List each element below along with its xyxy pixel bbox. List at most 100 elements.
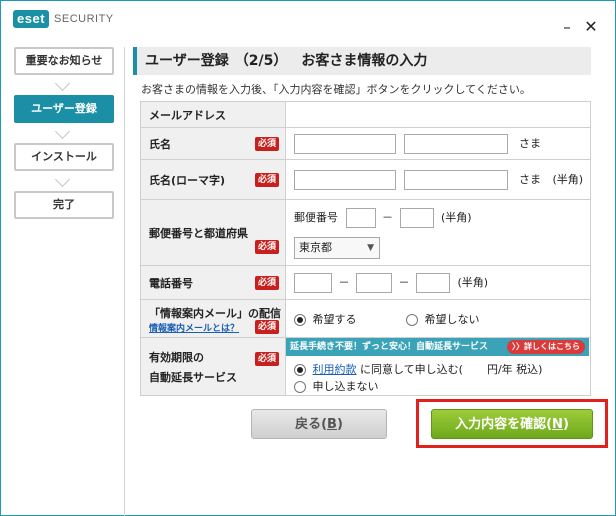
- registration-form: メールアドレス 氏名 必須 さま 氏名(ローマ字) 必須 さま (半角) 郵便番…: [140, 101, 591, 396]
- form-row-name: 氏名 必須 さま: [140, 127, 591, 160]
- required-badge: 必須: [254, 320, 279, 334]
- auto-renew-banner: 延長手続き不要！ずっと安心！自動延長サービス 〉〉詳しくはこちら: [286, 338, 589, 356]
- last-name-roman-input[interactable]: [294, 169, 396, 190]
- postal-code-second-input[interactable]: [399, 208, 434, 228]
- required-badge: 必須: [254, 352, 279, 366]
- newsletter-label: 「情報案内メール」の配信 情報案内メールとは？ 必須: [140, 299, 286, 338]
- newsletter-label-text: 「情報案内メール」の配信: [149, 307, 281, 320]
- last-name-input[interactable]: [294, 133, 396, 154]
- name-suffix: さま: [519, 136, 541, 150]
- close-icon[interactable]: ✕: [583, 19, 599, 35]
- phone-label: 電話番号 必須: [140, 265, 286, 300]
- first-name-input[interactable]: [403, 133, 508, 154]
- step-progress: 重要なお知らせ ユーザー登録 インストール 完了: [14, 47, 114, 219]
- logo-text: SECURITY: [54, 13, 114, 25]
- confirm-button-paren: ): [562, 417, 569, 432]
- form-row-newsletter: 「情報案内メール」の配信 情報案内メールとは？ 必須 希望する 希望しない: [140, 299, 591, 338]
- required-badge: 必須: [254, 240, 279, 254]
- eset-logo: eset SECURITY: [13, 10, 114, 28]
- auto-renew-label-line2: 自動延長サービス: [149, 370, 237, 384]
- form-row-auto-renew: 有効期限の 自動延長サービス 必須 延長手続き不要！ずっと安心！自動延長サービス…: [140, 337, 591, 396]
- postal-code-first-input[interactable]: [345, 208, 376, 228]
- half-width-note: (半角): [457, 275, 489, 289]
- address-label-text: 郵便番号と都道府県: [149, 226, 248, 240]
- page-subtitle: お客さま情報の入力: [301, 53, 428, 69]
- newsletter-yes-radio[interactable]: [294, 313, 306, 326]
- page-title: ユーザー登録 （2/5） お客さま情報の入力: [133, 47, 591, 75]
- auto-renew-agree-label: に同意して申し込む(: [360, 363, 463, 376]
- name-roman-label: 氏名(ローマ字) 必須: [140, 159, 286, 200]
- newsletter-options: 希望する 希望しない: [285, 299, 591, 338]
- phone-dash: －: [338, 275, 350, 289]
- first-name-roman-input[interactable]: [403, 169, 508, 190]
- half-width-note: (半角): [441, 211, 472, 224]
- name-label-text: 氏名: [149, 137, 171, 151]
- confirm-button-key: N: [552, 417, 563, 432]
- form-row-name-roman: 氏名(ローマ字) 必須 さま (半角): [140, 159, 591, 200]
- required-badge: 必須: [254, 276, 279, 290]
- logo-badge: eset: [13, 10, 50, 28]
- half-width-note: (半角): [552, 172, 584, 186]
- divider: [124, 47, 125, 516]
- back-button-paren: ): [336, 417, 343, 432]
- auto-renew-decline-radio[interactable]: [294, 381, 306, 393]
- main-content: ユーザー登録 （2/5） お客さま情報の入力 お客さまの情報を入力後、「入力内容を確…: [133, 47, 591, 396]
- newsletter-yes-label[interactable]: 希望する: [313, 313, 357, 326]
- form-row-address: 郵便番号と都道府県 必須 郵便番号 － (半角) 東京都 ▼: [140, 199, 591, 266]
- phone-second-input[interactable]: [356, 272, 392, 293]
- newsletter-no-radio[interactable]: [406, 313, 418, 326]
- newsletter-help-link[interactable]: 情報案内メールとは？: [149, 324, 239, 334]
- auto-renew-label: 有効期限の 自動延長サービス 必須: [140, 337, 286, 396]
- email-label: メールアドレス: [140, 101, 286, 128]
- title-bar: eset SECURITY – ✕: [1, 1, 615, 41]
- email-value[interactable]: [285, 101, 591, 128]
- name-roman-label-text: 氏名(ローマ字): [149, 173, 226, 187]
- auto-renew-decline-label[interactable]: 申し込まない: [313, 380, 379, 393]
- form-row-phone: 電話番号 必須 － － (半角): [140, 265, 591, 300]
- phone-third-input[interactable]: [416, 272, 450, 293]
- auto-renew-banner-text: 延長手続き不要！ずっと安心！自動延長サービス: [290, 342, 489, 352]
- name-roman-suffix: さま: [519, 172, 541, 186]
- installer-window: eset SECURITY – ✕ 重要なお知らせ ユーザー登録 インストール …: [0, 0, 616, 516]
- auto-renew-details-link[interactable]: 〉〉詳しくはこちら: [507, 340, 585, 354]
- step-install: インストール: [14, 143, 114, 171]
- postal-dash: －: [382, 211, 393, 224]
- auto-renew-price-label: 円/年 税込): [486, 363, 543, 376]
- back-button[interactable]: 戻る(B): [251, 409, 387, 439]
- auto-renew-agree-radio[interactable]: [294, 364, 306, 376]
- phone-dash: －: [398, 275, 410, 289]
- required-badge: 必須: [254, 137, 279, 151]
- prefecture-select[interactable]: 東京都 ▼: [294, 237, 380, 259]
- auto-renew-options: 延長手続き不要！ずっと安心！自動延長サービス 〉〉詳しくはこちら 利用約款 に同…: [285, 337, 591, 396]
- phone-label-text: 電話番号: [149, 276, 193, 290]
- step-count: （2/5）: [234, 53, 288, 69]
- prefecture-value: 東京都: [299, 241, 332, 254]
- name-roman-fields: さま (半角): [285, 159, 591, 200]
- intro-text: お客さまの情報を入力後、「入力内容を確認」ボタンをクリックしてください。: [141, 83, 531, 96]
- minimize-icon[interactable]: –: [559, 19, 575, 35]
- required-badge: 必須: [254, 173, 279, 187]
- step-complete: 完了: [14, 191, 114, 219]
- chevron-down-icon: ▼: [367, 243, 374, 253]
- phone-first-input[interactable]: [294, 272, 332, 293]
- back-button-label: 戻る(: [295, 417, 328, 432]
- terms-link[interactable]: 利用約款: [313, 363, 357, 376]
- name-fields: さま: [285, 127, 591, 160]
- address-fields: 郵便番号 － (半角) 東京都 ▼: [285, 199, 591, 266]
- step-user-registration: ユーザー登録: [14, 95, 114, 123]
- step-important-notice: 重要なお知らせ: [14, 47, 114, 75]
- confirm-button[interactable]: 入力内容を確認(N): [431, 409, 593, 439]
- chevron-down-icon: [14, 123, 114, 143]
- form-row-email: メールアドレス: [140, 101, 591, 128]
- email-label-text: メールアドレス: [149, 108, 226, 122]
- confirm-button-label: 入力内容を確認(: [455, 417, 553, 432]
- postal-label: 郵便番号: [294, 211, 338, 224]
- page-title-text: ユーザー登録: [145, 53, 229, 69]
- phone-fields: － － (半角): [285, 265, 591, 300]
- name-label: 氏名 必須: [140, 127, 286, 160]
- newsletter-no-label[interactable]: 希望しない: [425, 313, 480, 326]
- chevron-down-icon: [14, 171, 114, 191]
- back-button-key: B: [327, 417, 337, 432]
- address-label: 郵便番号と都道府県 必須: [140, 199, 286, 266]
- chevron-down-icon: [14, 75, 114, 95]
